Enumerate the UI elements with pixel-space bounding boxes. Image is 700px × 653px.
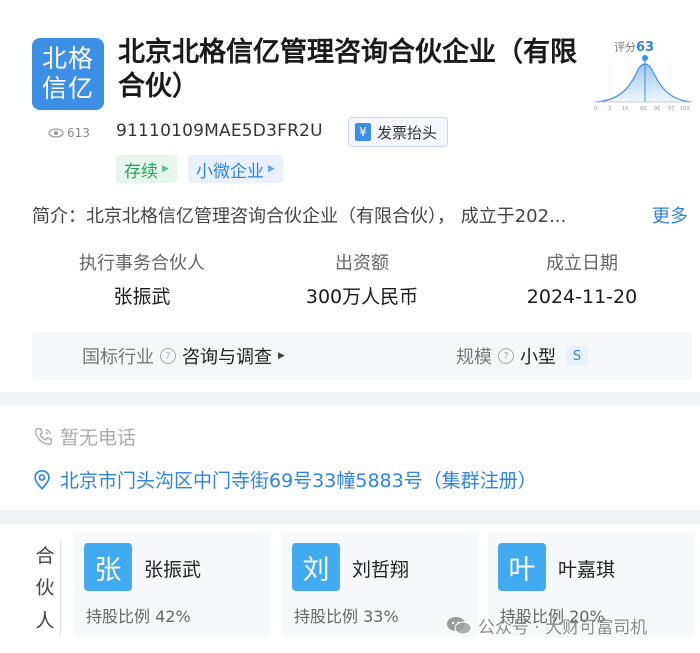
scale-label: 规模 [456,347,492,368]
scale-value: 小型 [520,347,556,368]
score-widget[interactable]: 评分63 0 3 15 60 90 97 100 [592,36,694,114]
partners-label-char: 伙 [35,577,55,600]
help-icon[interactable]: ? [160,348,176,364]
status-tag-label: 存续 [124,161,158,182]
invoice-title-label: 发票抬头 [377,123,438,142]
view-count-value: 613 [67,126,90,140]
partner-card[interactable]: 张 张振武 持股比例 42% [74,533,270,637]
eye-icon [48,128,64,138]
location-pin-icon [34,469,50,490]
company-name: 北京北格信亿管理咨询合伙企业（有限合伙） [118,37,577,102]
wechat-icon [447,616,472,634]
intro-more-link[interactable]: 更多 [646,202,688,228]
partner-name: 张振武 [144,559,202,581]
phone-icon [34,427,52,445]
info-value[interactable]: 张振武 [32,282,252,312]
scale-badge: S [566,346,588,366]
partner-name: 叶嘉琪 [558,559,616,581]
score-axis-tick: 60 [640,106,646,112]
score-value: 63 [636,40,655,55]
info-founded-date: 成立日期 2024-11-20 [472,250,692,312]
watermark-text: 公众号 · 大财可富司机 [478,618,648,638]
watermark: 公众号 · 大财可富司机 [446,613,647,638]
score-label: 评分63 [614,39,654,55]
scale-field: 规模 ? 小型 S [456,343,588,369]
caret-right-icon: ▶ [162,164,169,174]
help-icon[interactable]: ? [498,348,514,364]
partner-avatar: 叶 [498,543,546,591]
view-count: 613 [48,126,90,140]
phone-row: 暂无电话 [32,423,136,450]
scale-tag[interactable]: 小微企业 ▶ [188,155,283,183]
partner-avatar: 刘 [292,543,340,591]
key-info-grid: 执行事务合伙人 张振武 出资额 300万人民币 成立日期 2024-11-20 [32,250,692,326]
company-intro: 简介：北京北格信亿管理咨询合伙企业（有限合伙）， 成立于202... 更多 [32,202,692,228]
invoice-title-button[interactable]: ¥ 发票抬头 [348,117,449,147]
intro-text: 北京北格信亿管理咨询合伙企业（有限合伙）， 成立于202... [86,206,567,227]
phone-value: 暂无电话 [60,427,137,449]
credit-code: 91110109MAE5D3FR2U [116,121,323,141]
partners-label-char: 人 [35,610,55,633]
score-axis-tick: 97 [668,106,674,112]
industry-bar: 国标行业 ? 咨询与调查 ▶ 规模 ? 小型 S [32,332,692,380]
status-tag[interactable]: 存续 ▶ [116,155,177,183]
info-label: 出资额 [335,253,389,274]
caret-right-icon: ▶ [268,164,275,174]
info-value: 300万人民币 [305,286,419,308]
partner-avatar: 张 [84,543,132,591]
caret-right-icon: ▶ [278,351,285,361]
scale-tag-label: 小微企业 [196,161,264,182]
info-capital: 出资额 300万人民币 [252,250,472,312]
partners-label-char: 合 [35,544,55,567]
partner-share: 持股比例 42% [86,607,191,626]
score-axis-tick: 15 [622,106,628,112]
industry-label: 国标行业 [82,347,154,368]
partner-name: 刘哲翔 [352,559,410,581]
section-divider [0,510,700,524]
info-value: 2024-11-20 [526,286,638,308]
logo-line-1: 北格 [41,44,94,73]
info-label: 成立日期 [546,253,618,274]
intro-label: 简介： [32,206,86,227]
partners-section-label: 合 伙 人 [30,538,61,636]
partner-share: 持股比例 33% [294,607,399,626]
company-logo: 北格 信亿 [32,38,104,110]
address-row[interactable]: 北京市门头沟区中门寺街69号33幢5883号（集群注册） [32,466,537,493]
industry-field[interactable]: 国标行业 ? 咨询与调查 ▶ [82,343,285,369]
score-axis-tick: 0 [594,106,597,112]
score-axis-tick: 3 [608,106,611,112]
info-label: 执行事务合伙人 [79,253,205,274]
logo-line-2: 信亿 [41,74,94,103]
score-axis-tick: 100 [680,106,690,112]
info-legal-partner: 执行事务合伙人 张振武 [32,250,252,312]
section-divider [0,392,700,406]
score-label-text: 评分 [614,41,636,54]
address-value: 北京市门头沟区中门寺街69号33幢5883号（集群注册） [60,470,537,492]
score-axis-tick: 90 [654,106,660,112]
yen-icon: ¥ [355,123,371,141]
industry-value: 咨询与调查 [182,347,272,368]
